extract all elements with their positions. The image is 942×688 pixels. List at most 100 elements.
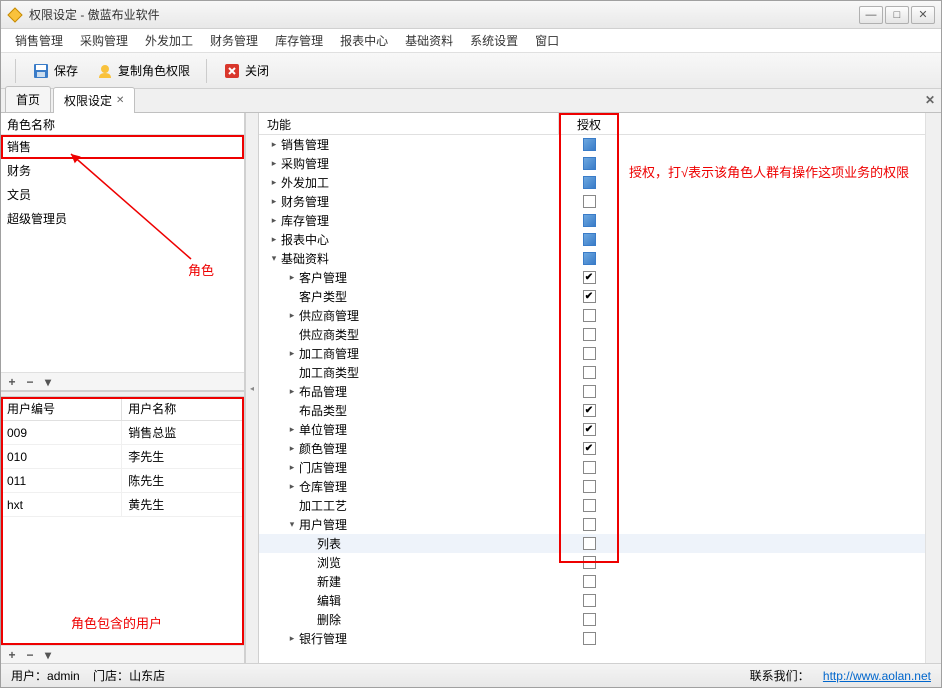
tree-row[interactable]: ▸库存管理 bbox=[259, 211, 941, 230]
tree-expander-icon[interactable]: ▸ bbox=[285, 309, 299, 323]
role-row[interactable]: 销售 bbox=[1, 135, 244, 159]
tree-row[interactable]: ▸报表中心 bbox=[259, 230, 941, 249]
tree-expander-icon[interactable]: ▸ bbox=[267, 214, 281, 228]
tree-row[interactable]: 加工工艺 bbox=[259, 496, 941, 515]
menu-item-5[interactable]: 报表中心 bbox=[332, 29, 396, 52]
auth-checkbox[interactable] bbox=[583, 157, 596, 170]
tree-expander-icon[interactable]: ▸ bbox=[267, 233, 281, 247]
auth-checkbox[interactable] bbox=[583, 594, 596, 607]
tree-expander-icon[interactable]: ▸ bbox=[285, 385, 299, 399]
tree-row[interactable]: ▸仓库管理 bbox=[259, 477, 941, 496]
status-link[interactable]: http://www.aolan.net bbox=[823, 669, 931, 683]
tree-expander-icon[interactable]: ▸ bbox=[285, 271, 299, 285]
copy-role-button[interactable]: 复制角色权限 bbox=[88, 58, 198, 84]
auth-checkbox[interactable] bbox=[583, 499, 596, 512]
tree-row[interactable]: 列表 bbox=[259, 534, 941, 553]
auth-checkbox[interactable] bbox=[583, 537, 596, 550]
tree-expander-icon[interactable]: ▸ bbox=[285, 480, 299, 494]
tree-row[interactable]: ▸采购管理 bbox=[259, 154, 941, 173]
tree-row[interactable]: ▸销售管理 bbox=[259, 135, 941, 154]
tab-close-icon[interactable]: ✕ bbox=[116, 95, 124, 106]
tree-expander-icon[interactable]: ▸ bbox=[285, 423, 299, 437]
tree-row[interactable]: ▸门店管理 bbox=[259, 458, 941, 477]
user-column-header[interactable]: 用户名称 bbox=[122, 397, 244, 421]
tree-expander-icon[interactable]: ▸ bbox=[285, 461, 299, 475]
auth-checkbox[interactable] bbox=[583, 176, 596, 189]
user-row[interactable]: 010李先生 bbox=[1, 445, 244, 469]
add-role-button[interactable]: + bbox=[5, 375, 19, 389]
tree-row[interactable]: ▸单位管理 bbox=[259, 420, 941, 439]
tree-expander-icon[interactable]: ▸ bbox=[285, 347, 299, 361]
close-button[interactable]: 关闭 bbox=[215, 58, 277, 84]
menu-item-4[interactable]: 库存管理 bbox=[267, 29, 331, 52]
auth-checkbox[interactable] bbox=[583, 252, 596, 265]
auth-checkbox[interactable] bbox=[583, 423, 596, 436]
tree-row[interactable]: 加工商类型 bbox=[259, 363, 941, 382]
tree-row[interactable]: ▸颜色管理 bbox=[259, 439, 941, 458]
auth-checkbox[interactable] bbox=[583, 271, 596, 284]
user-row[interactable]: 009销售总监 bbox=[1, 421, 244, 445]
tree-expander-icon[interactable]: ▸ bbox=[267, 138, 281, 152]
tree-expander-icon[interactable]: ▸ bbox=[267, 176, 281, 190]
tree-row[interactable]: ▸外发加工 bbox=[259, 173, 941, 192]
user-row[interactable]: hxt黄先生 bbox=[1, 493, 244, 517]
user-menu-button[interactable]: ▾ bbox=[41, 648, 55, 662]
auth-checkbox[interactable] bbox=[583, 480, 596, 493]
role-menu-button[interactable]: ▾ bbox=[41, 375, 55, 389]
role-row[interactable]: 财务 bbox=[1, 159, 244, 183]
tree-row[interactable]: ▸供应商管理 bbox=[259, 306, 941, 325]
menu-item-8[interactable]: 窗口 bbox=[527, 29, 567, 52]
auth-checkbox[interactable] bbox=[583, 328, 596, 341]
auth-checkbox[interactable] bbox=[583, 575, 596, 588]
role-row[interactable]: 超级管理员 bbox=[1, 207, 244, 231]
tree-expander-icon[interactable]: ▸ bbox=[285, 632, 299, 646]
auth-checkbox[interactable] bbox=[583, 632, 596, 645]
tree-expander-icon[interactable]: ▾ bbox=[267, 252, 281, 266]
minimize-button[interactable]: — bbox=[859, 6, 883, 24]
auth-checkbox[interactable] bbox=[583, 290, 596, 303]
tree-row[interactable]: ▸财务管理 bbox=[259, 192, 941, 211]
user-row[interactable]: 011陈先生 bbox=[1, 469, 244, 493]
tree-row[interactable]: 删除 bbox=[259, 610, 941, 629]
vertical-splitter[interactable] bbox=[245, 113, 259, 663]
remove-role-button[interactable]: − bbox=[23, 375, 37, 389]
menu-item-1[interactable]: 采购管理 bbox=[72, 29, 136, 52]
auth-checkbox[interactable] bbox=[583, 195, 596, 208]
save-button[interactable]: 保存 bbox=[24, 58, 86, 84]
auth-checkbox[interactable] bbox=[583, 442, 596, 455]
tree-row[interactable]: ▸银行管理 bbox=[259, 629, 941, 648]
auth-checkbox[interactable] bbox=[583, 556, 596, 569]
tree-row[interactable]: ▾基础资料 bbox=[259, 249, 941, 268]
auth-checkbox[interactable] bbox=[583, 214, 596, 227]
auth-checkbox[interactable] bbox=[583, 138, 596, 151]
tree-row[interactable]: 浏览 bbox=[259, 553, 941, 572]
tree-expander-icon[interactable]: ▸ bbox=[285, 442, 299, 456]
tree-row[interactable]: ▸加工商管理 bbox=[259, 344, 941, 363]
remove-user-button[interactable]: − bbox=[23, 648, 37, 662]
tab-1[interactable]: 权限设定✕ bbox=[53, 87, 135, 113]
user-column-header[interactable]: 用户编号 bbox=[1, 397, 122, 421]
menu-item-0[interactable]: 销售管理 bbox=[7, 29, 71, 52]
auth-checkbox[interactable] bbox=[583, 309, 596, 322]
tree-row[interactable]: ▸布品管理 bbox=[259, 382, 941, 401]
tree-expander-icon[interactable]: ▸ bbox=[267, 195, 281, 209]
menu-item-7[interactable]: 系统设置 bbox=[462, 29, 526, 52]
tree-scrollbar[interactable] bbox=[925, 113, 941, 663]
close-window-button[interactable]: ✕ bbox=[911, 6, 935, 24]
tree-row[interactable]: 客户类型 bbox=[259, 287, 941, 306]
menu-item-6[interactable]: 基础资料 bbox=[397, 29, 461, 52]
auth-checkbox[interactable] bbox=[583, 461, 596, 474]
tree-row[interactable]: ▾用户管理 bbox=[259, 515, 941, 534]
auth-checkbox[interactable] bbox=[583, 233, 596, 246]
tree-expander-icon[interactable]: ▸ bbox=[267, 157, 281, 171]
auth-checkbox[interactable] bbox=[583, 518, 596, 531]
tree-row[interactable]: 布品类型 bbox=[259, 401, 941, 420]
tab-0[interactable]: 首页 bbox=[5, 86, 51, 112]
menu-item-2[interactable]: 外发加工 bbox=[137, 29, 201, 52]
maximize-button[interactable]: □ bbox=[885, 6, 909, 24]
auth-checkbox[interactable] bbox=[583, 385, 596, 398]
tree-row[interactable]: 新建 bbox=[259, 572, 941, 591]
tabbar-close-button[interactable]: ✕ bbox=[925, 93, 935, 107]
add-user-button[interactable]: + bbox=[5, 648, 19, 662]
tree-row[interactable]: 供应商类型 bbox=[259, 325, 941, 344]
